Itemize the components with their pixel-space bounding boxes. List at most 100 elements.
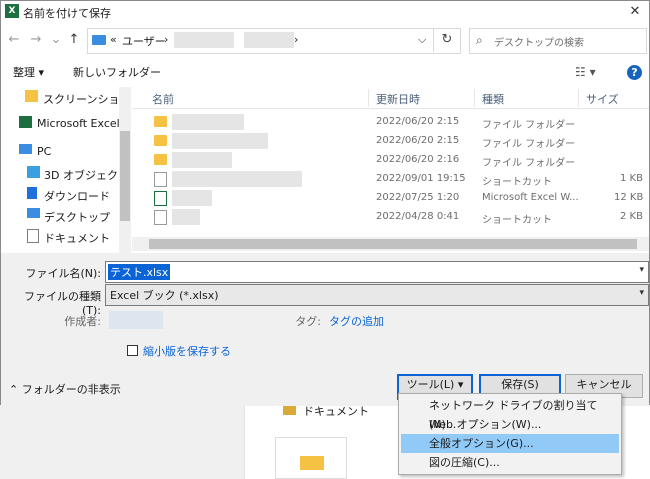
search-icon: ⌕	[476, 33, 483, 47]
sidebar-item-pc[interactable]: PC	[1, 141, 119, 162]
forward-button[interactable]: →	[27, 31, 45, 49]
chevron-down-icon[interactable]: ▾	[639, 265, 644, 275]
sidebar-item-3d-objects[interactable]: 3D オブジェクト	[1, 163, 129, 184]
shortcut-icon	[154, 210, 167, 225]
table-row[interactable]: 2022/06/20 2:15 ファイル フォルダー	[132, 113, 649, 132]
menu-item-general-options[interactable]: 全般オプション(G)...	[401, 434, 619, 453]
close-button[interactable]: ✕	[625, 3, 645, 21]
file-modified: 2022/06/20 2:16	[376, 154, 460, 165]
redacted-breadcrumb	[244, 32, 294, 48]
filename-field[interactable]: テスト.xlsx ▾	[105, 261, 649, 283]
file-type: ファイル フォルダー	[482, 139, 576, 150]
breadcrumb-prefix: «	[110, 33, 117, 46]
save-form: ファイル名(N): テスト.xlsx ▾ ファイルの種類(T): Excel ブ…	[1, 253, 649, 406]
redacted-file-name	[172, 190, 212, 206]
file-modified: 2022/09/01 19:15	[376, 173, 466, 184]
table-row[interactable]: 2022/06/20 2:16 ファイル フォルダー	[132, 151, 649, 170]
chevron-down-icon[interactable]: ⌵	[418, 33, 426, 47]
redacted-file-name	[172, 133, 268, 149]
breadcrumb-separator: ›	[164, 33, 169, 46]
desktop-icon	[27, 208, 40, 218]
excel-icon: X	[5, 4, 19, 18]
menu-item-map-network-drive[interactable]: ネットワーク ドライブの割り当て(N)...	[401, 396, 619, 431]
folder-icon	[300, 456, 324, 470]
file-type: Microsoft Excel W...	[482, 192, 579, 203]
back-button[interactable]: ←	[5, 31, 23, 49]
document-icon	[27, 229, 39, 243]
chevron-down-icon[interactable]: ▾	[639, 288, 644, 298]
cube-icon	[27, 166, 40, 178]
filetype-select[interactable]: Excel ブック (*.xlsx) ▾	[105, 284, 649, 306]
file-modified: 2022/06/20 2:15	[376, 116, 460, 127]
organize-button[interactable]: 整理 ▾	[13, 64, 44, 80]
column-divider[interactable]	[474, 89, 475, 107]
thumbnail-checkbox[interactable]	[127, 345, 138, 356]
download-icon	[27, 187, 37, 199]
breadcrumb-users[interactable]: ユーザー	[122, 33, 166, 49]
thumbnail-label[interactable]: 縮小版を保存する	[143, 343, 231, 359]
filename-value: テスト.xlsx	[108, 264, 171, 280]
column-headers: 名前 更新日時 種類 サイズ	[132, 87, 649, 109]
column-header-size[interactable]: サイズ	[586, 91, 619, 107]
view-options-icon[interactable]: ☷ ▾	[575, 65, 596, 79]
refresh-button[interactable]: ↻	[433, 28, 460, 52]
filename-label: ファイル名(N):	[25, 267, 101, 280]
file-size: 1 KB	[620, 173, 643, 184]
file-type: ファイル フォルダー	[482, 158, 576, 169]
sidebar-item-excel[interactable]: Microsoft Excel	[1, 113, 120, 134]
table-row[interactable]: 2022/09/01 19:15 ショートカット 1 KB	[132, 170, 649, 189]
column-header-modified[interactable]: 更新日時	[376, 91, 420, 107]
column-divider[interactable]	[578, 89, 579, 107]
tag-label: タグ:	[295, 315, 321, 328]
redacted-file-name	[172, 152, 232, 168]
new-folder-button[interactable]: 新しいフォルダー	[73, 64, 161, 80]
add-tag-link[interactable]: タグの追加	[329, 313, 384, 329]
save-as-dialog: X 名前を付けて保存 ✕ ← → ⌄ ↑ « ユーザー › › ⌵ ↻ ⌕ デス…	[0, 0, 650, 406]
file-type: ショートカット	[482, 177, 552, 188]
up-button[interactable]: ↑	[65, 31, 83, 49]
file-modified: 2022/06/20 2:15	[376, 135, 460, 146]
file-size: 12 KB	[614, 192, 644, 203]
sidebar-item-label: Microsoft Excel	[37, 117, 120, 130]
recent-dropdown-button[interactable]: ⌄	[47, 31, 65, 49]
menu-item-web-options[interactable]: Web オプション(W)...	[401, 415, 619, 434]
address-bar[interactable]: « ユーザー › › ⌵	[87, 28, 461, 54]
hide-folders-label: フォルダーの非表示	[21, 383, 121, 396]
sidebar-item-label: PC	[37, 145, 52, 158]
hide-folders-button[interactable]: ⌃ フォルダーの非表示	[9, 381, 121, 397]
redacted-file-name	[172, 171, 302, 187]
column-divider[interactable]	[368, 89, 369, 107]
navigation-pane: スクリーンショット Microsoft Excel PC 3D オブジェクト ダ…	[1, 87, 131, 253]
toolbar: 整理 ▾ 新しいフォルダー ☷ ▾ ?	[1, 57, 649, 87]
file-modified: 2022/07/25 1:20	[376, 192, 460, 203]
sidebar-item-desktop[interactable]: デスクトップ	[1, 205, 119, 226]
search-input[interactable]: ⌕ デスクトップの検索	[469, 28, 647, 54]
redacted-author[interactable]	[109, 311, 163, 329]
table-row[interactable]: 2022/04/28 0:41 ショートカット 2 KB	[132, 208, 649, 227]
help-icon[interactable]: ?	[627, 65, 642, 80]
filetype-value: Excel ブック (*.xlsx)	[110, 289, 219, 302]
column-header-name[interactable]: 名前	[152, 91, 174, 107]
sidebar-item-downloads[interactable]: ダウンロード	[1, 184, 119, 205]
sidebar-scroll-thumb[interactable]	[120, 131, 130, 221]
column-header-type[interactable]: 種類	[482, 91, 504, 107]
horizontal-scroll-thumb[interactable]	[149, 239, 637, 249]
redacted-file-name	[172, 209, 200, 225]
tools-menu: ネットワーク ドライブの割り当て(N)... Web オプション(W)... 全…	[398, 393, 622, 475]
sidebar-item-label: ドキュメント	[44, 232, 110, 245]
folder-icon	[154, 116, 167, 127]
sidebar-item-documents[interactable]: ドキュメント	[1, 226, 119, 247]
menu-item-compress-pictures[interactable]: 図の圧縮(C)...	[401, 453, 619, 472]
search-placeholder: デスクトップの検索	[494, 38, 584, 49]
sidebar-item-screenshots[interactable]: スクリーンショット	[1, 87, 130, 108]
chevron-up-icon: ⌃	[9, 383, 22, 396]
title-bar: X 名前を付けて保存 ✕	[1, 1, 649, 23]
folder-icon	[154, 154, 167, 165]
excel-icon	[19, 116, 32, 128]
redacted-file-name	[172, 114, 244, 130]
table-row[interactable]: 2022/06/20 2:15 ファイル フォルダー	[132, 132, 649, 151]
folder-icon	[283, 405, 296, 415]
tools-label: ツール(L)	[406, 378, 455, 391]
table-row[interactable]: 2022/07/25 1:20 Microsoft Excel W... 12 …	[132, 189, 649, 208]
file-type: ファイル フォルダー	[482, 120, 576, 131]
